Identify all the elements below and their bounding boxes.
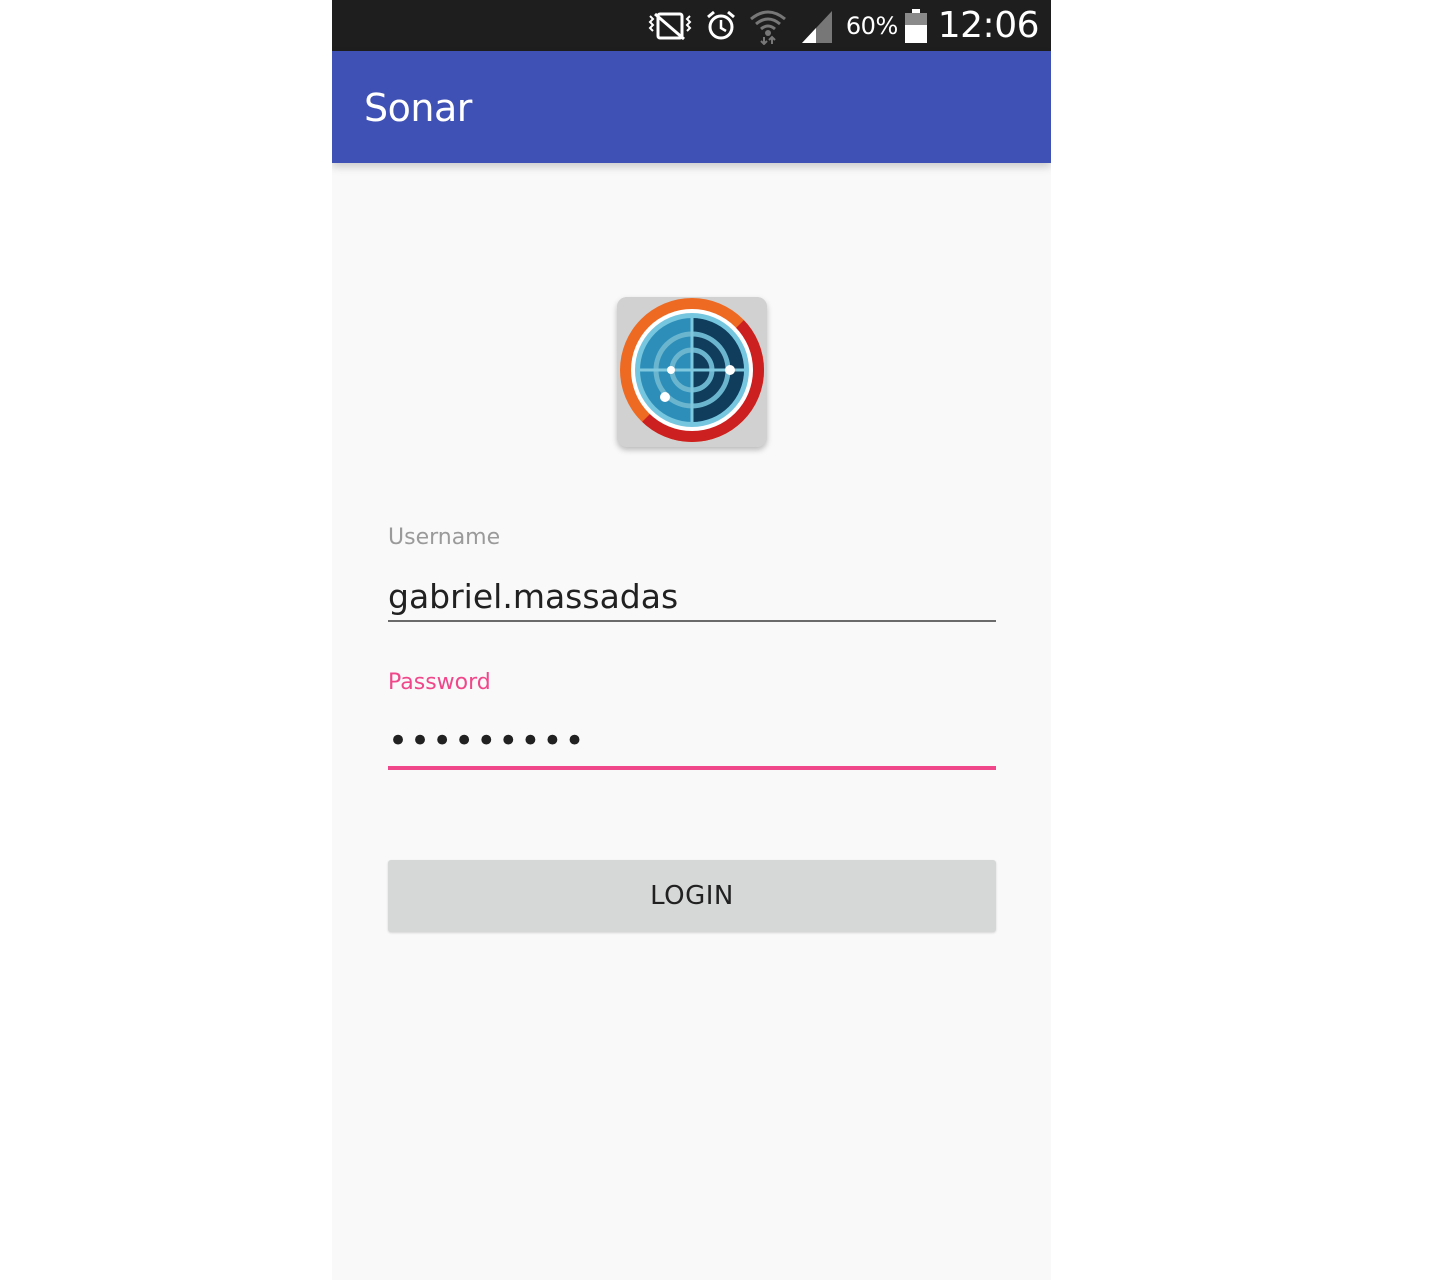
status-icons: 60% 12:06	[646, 0, 1040, 51]
login-button[interactable]: LOGIN	[388, 860, 996, 932]
radar-icon	[617, 297, 767, 447]
signal-icon	[798, 7, 836, 45]
clock: 12:06	[937, 5, 1040, 46]
alarm-icon	[704, 9, 738, 43]
app-bar: Sonar	[332, 51, 1051, 163]
status-bar: 60% 12:06	[332, 0, 1051, 51]
username-label: Username	[388, 525, 501, 550]
app-title: Sonar	[364, 86, 472, 130]
wifi-icon	[748, 7, 788, 45]
battery-icon	[904, 8, 928, 44]
vibrate-icon	[646, 9, 694, 43]
password-field[interactable]	[388, 716, 996, 770]
phone-screen: 60% 12:06 Sonar Username gabriel.massada…	[332, 0, 1051, 1280]
username-field[interactable]	[388, 572, 996, 622]
battery-percent: 60%	[845, 11, 898, 40]
password-label: Password	[388, 670, 491, 695]
